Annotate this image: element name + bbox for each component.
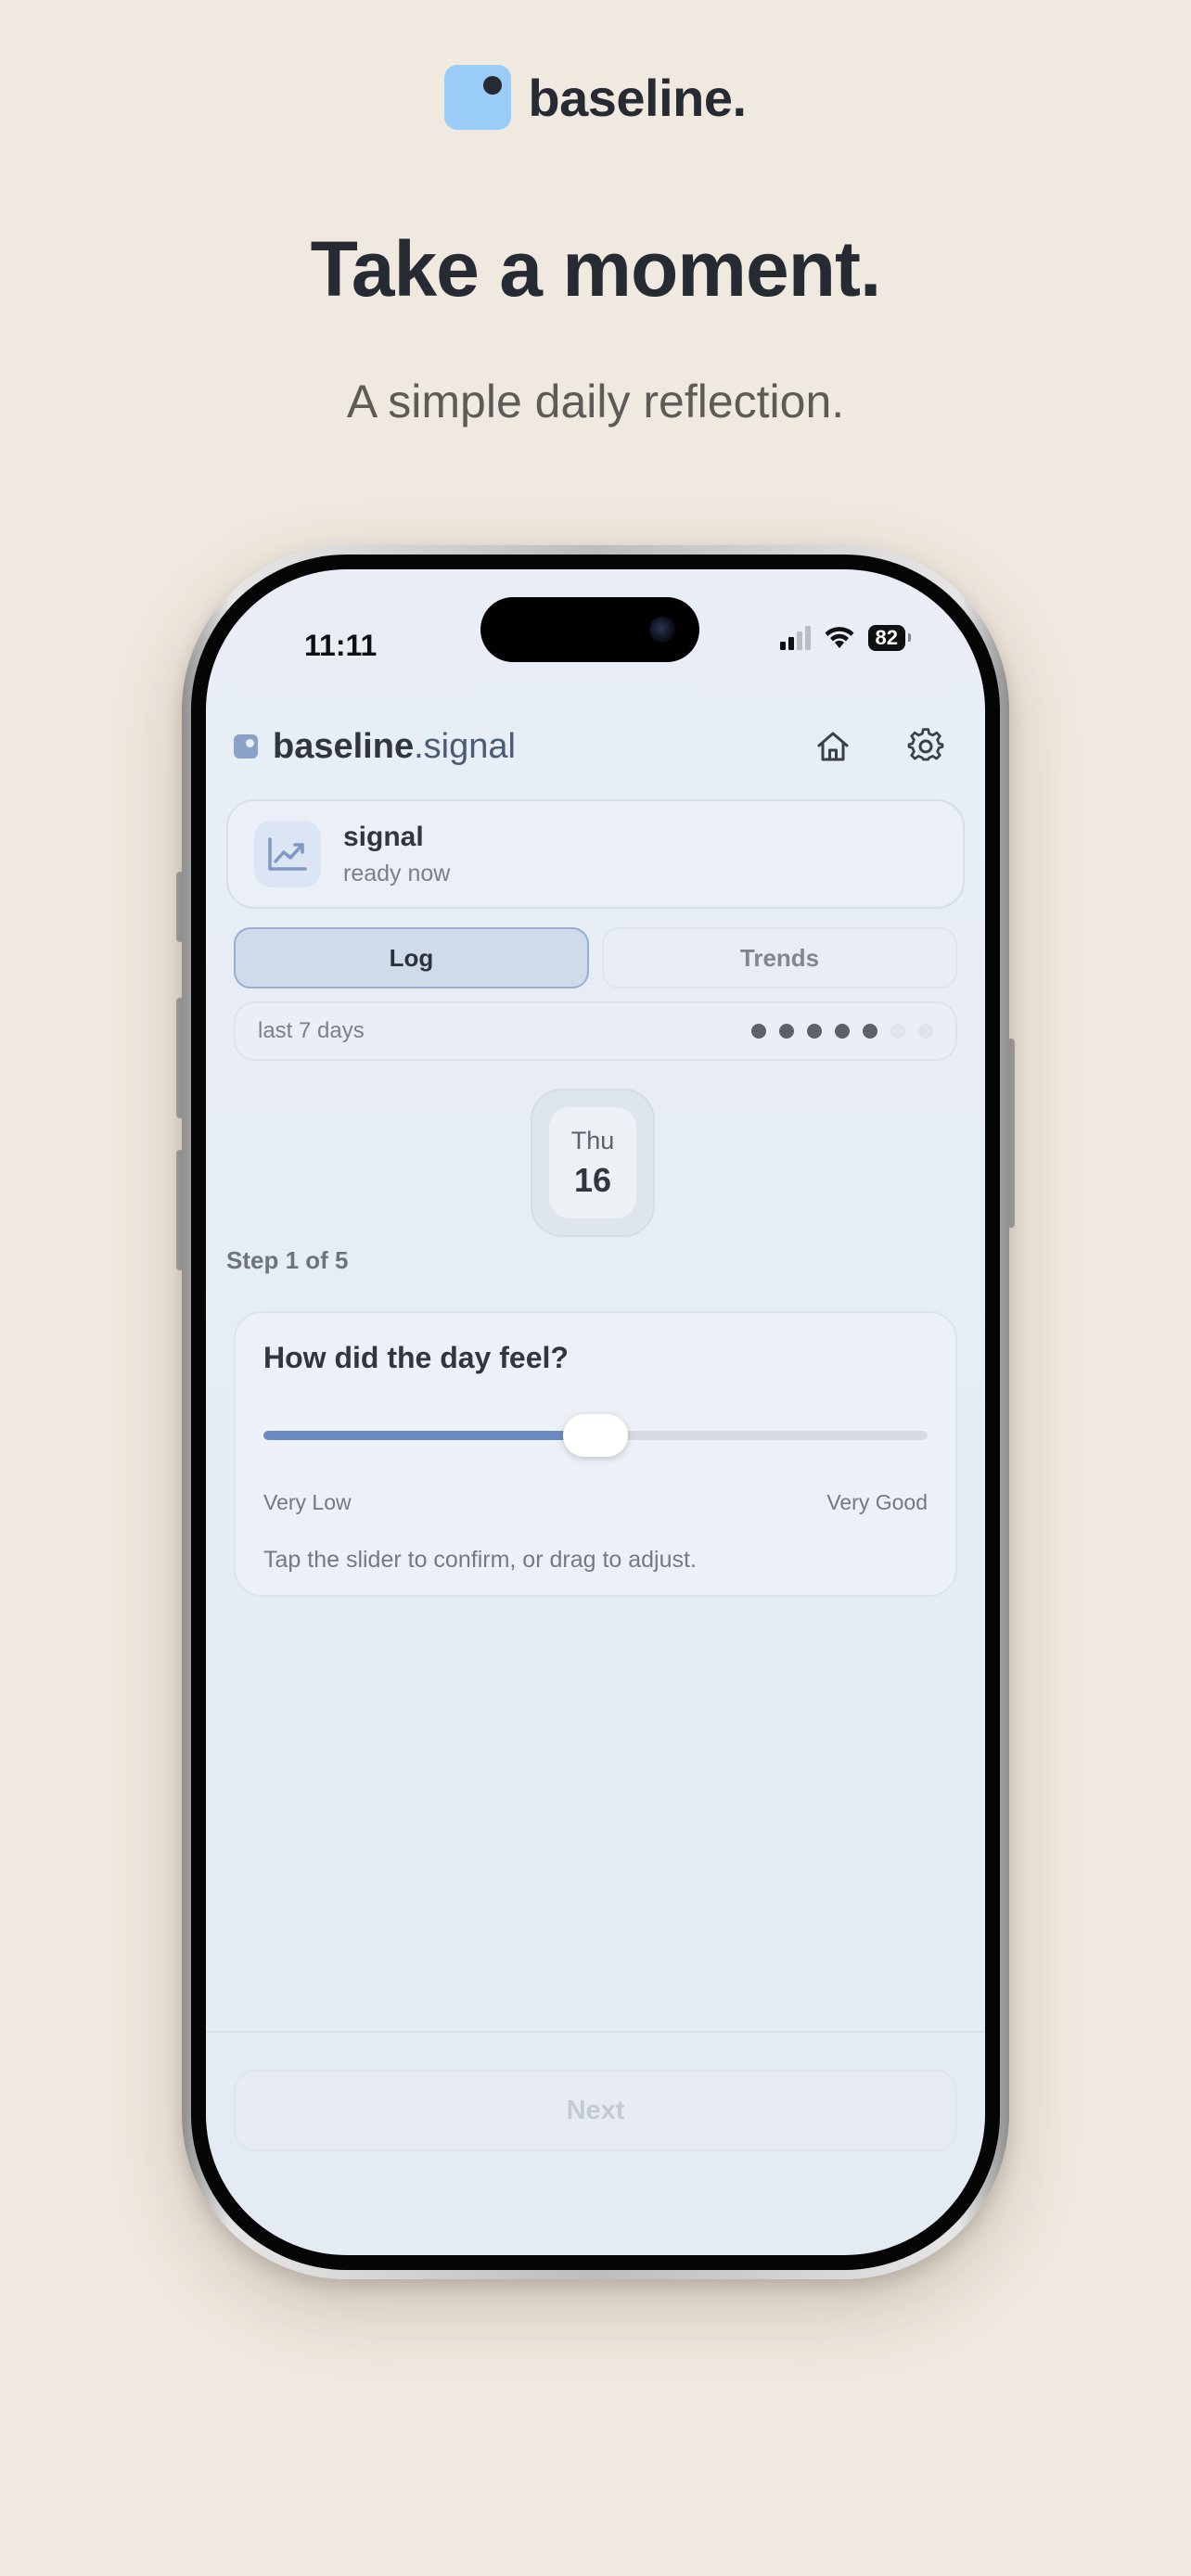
app-title-suffix: .signal [414,726,516,766]
slider-min-label: Very Low [263,1490,352,1514]
app-title: baseline.signal [273,727,516,767]
date-weekday: Thu [570,1126,615,1154]
app-title-main: baseline [273,726,415,766]
headline: Take a moment. [310,225,882,312]
history-day-dot [751,1024,766,1039]
app-header: baseline.signal [234,714,957,779]
footer-divider [206,2031,985,2033]
baseline-logo-icon [444,65,512,130]
date-day: 16 [573,1160,612,1199]
tab-trends[interactable]: Trends [602,927,957,988]
phone-frame: 11:11 82 baseline.signal signal ready no… [182,545,1009,2279]
app-logo-icon [234,734,258,759]
status-icons: 82 [779,625,912,651]
wifi-icon [825,627,854,648]
signal-name: signal [343,821,424,852]
home-icon[interactable] [814,728,852,765]
next-button[interactable]: Next [234,2070,957,2151]
subheadline: A simple daily reflection. [346,376,845,427]
question-prompt: How did the day feel? [263,1341,569,1374]
app-screen: 11:11 82 baseline.signal signal ready no… [206,569,985,2255]
status-time: 11:11 [304,629,378,662]
camera-icon [649,617,675,643]
dynamic-island [480,597,699,662]
history-day-dot [835,1024,850,1039]
history-label: last 7 days [258,1018,365,1043]
history-day-dot [890,1024,905,1039]
battery-indicator: 82 [867,625,912,651]
history-day-dot [779,1024,794,1039]
trending-chart-icon [254,821,321,887]
slider-max-label: Very Good [826,1490,928,1514]
brand-header: baseline. [0,65,1191,130]
tab-log[interactable]: Log [234,927,589,988]
mood-slider[interactable] [263,1412,928,1457]
brand-name: baseline. [528,68,747,127]
history-bar: last 7 days [234,1001,957,1061]
view-tabs: Log Trends [234,927,957,988]
cellular-signal-icon [779,626,811,650]
history-day-dot [807,1024,822,1039]
signal-card[interactable]: signal ready now [226,799,965,909]
step-indicator: Step 1 of 5 [226,1246,349,1274]
history-dots [751,1024,933,1039]
settings-gear-icon[interactable] [907,728,944,765]
slider-thumb[interactable] [563,1414,628,1457]
slider-fill [263,1431,596,1440]
history-day-dot [918,1024,933,1039]
slider-hint: Tap the slider to confirm, or drag to ad… [263,1547,697,1573]
date-chip: Thu 16 [531,1089,655,1237]
question-card: How did the day feel? Very Low Very Good… [234,1311,957,1597]
signal-status: ready now [343,860,451,886]
history-day-dot [863,1024,877,1039]
